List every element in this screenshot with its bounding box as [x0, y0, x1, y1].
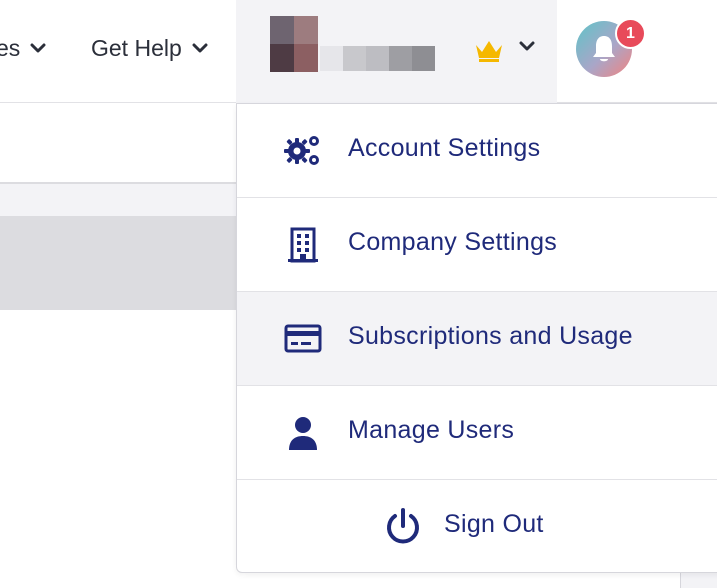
power-icon	[387, 508, 419, 544]
menu-item-manage-users[interactable]: Manage Users	[237, 386, 717, 480]
nav-menu-get-help[interactable]: Get Help	[91, 30, 208, 66]
building-icon	[288, 227, 318, 263]
credit-card-icon	[284, 324, 322, 353]
background-band	[0, 184, 236, 216]
background-row	[0, 216, 236, 310]
menu-item-label: Manage Users	[348, 416, 515, 444]
notification-count-badge: 1	[615, 18, 646, 49]
chevron-down-icon	[192, 43, 208, 53]
menu-item-label: Subscriptions and Usage	[348, 322, 633, 350]
bell-icon	[593, 36, 615, 62]
user-dropdown-menu: Account Settings Company Settings Subscr…	[236, 103, 717, 573]
crown-icon	[476, 41, 502, 62]
gears-icon	[284, 136, 319, 165]
nav-menu-previous[interactable]: es	[0, 30, 46, 66]
user-icon	[289, 417, 317, 450]
chevron-down-icon	[30, 43, 46, 53]
menu-item-label: Company Settings	[348, 228, 558, 256]
nav-menu-previous-label: es	[0, 34, 21, 61]
chevron-down-icon	[519, 41, 535, 51]
menu-item-label: Sign Out	[444, 510, 544, 538]
menu-item-company-settings[interactable]: Company Settings	[237, 198, 717, 292]
menu-item-subscriptions-usage[interactable]: Subscriptions and Usage	[237, 292, 717, 386]
user-name-redacted	[320, 46, 435, 71]
menu-item-account-settings[interactable]: Account Settings	[237, 104, 717, 198]
avatar	[270, 16, 318, 72]
top-navigation: es Get Help 1	[0, 0, 717, 103]
user-menu-toggle[interactable]	[236, 0, 557, 103]
nav-menu-get-help-label: Get Help	[91, 34, 182, 61]
menu-item-label: Account Settings	[348, 134, 541, 162]
menu-item-sign-out[interactable]: Sign Out	[237, 480, 717, 574]
